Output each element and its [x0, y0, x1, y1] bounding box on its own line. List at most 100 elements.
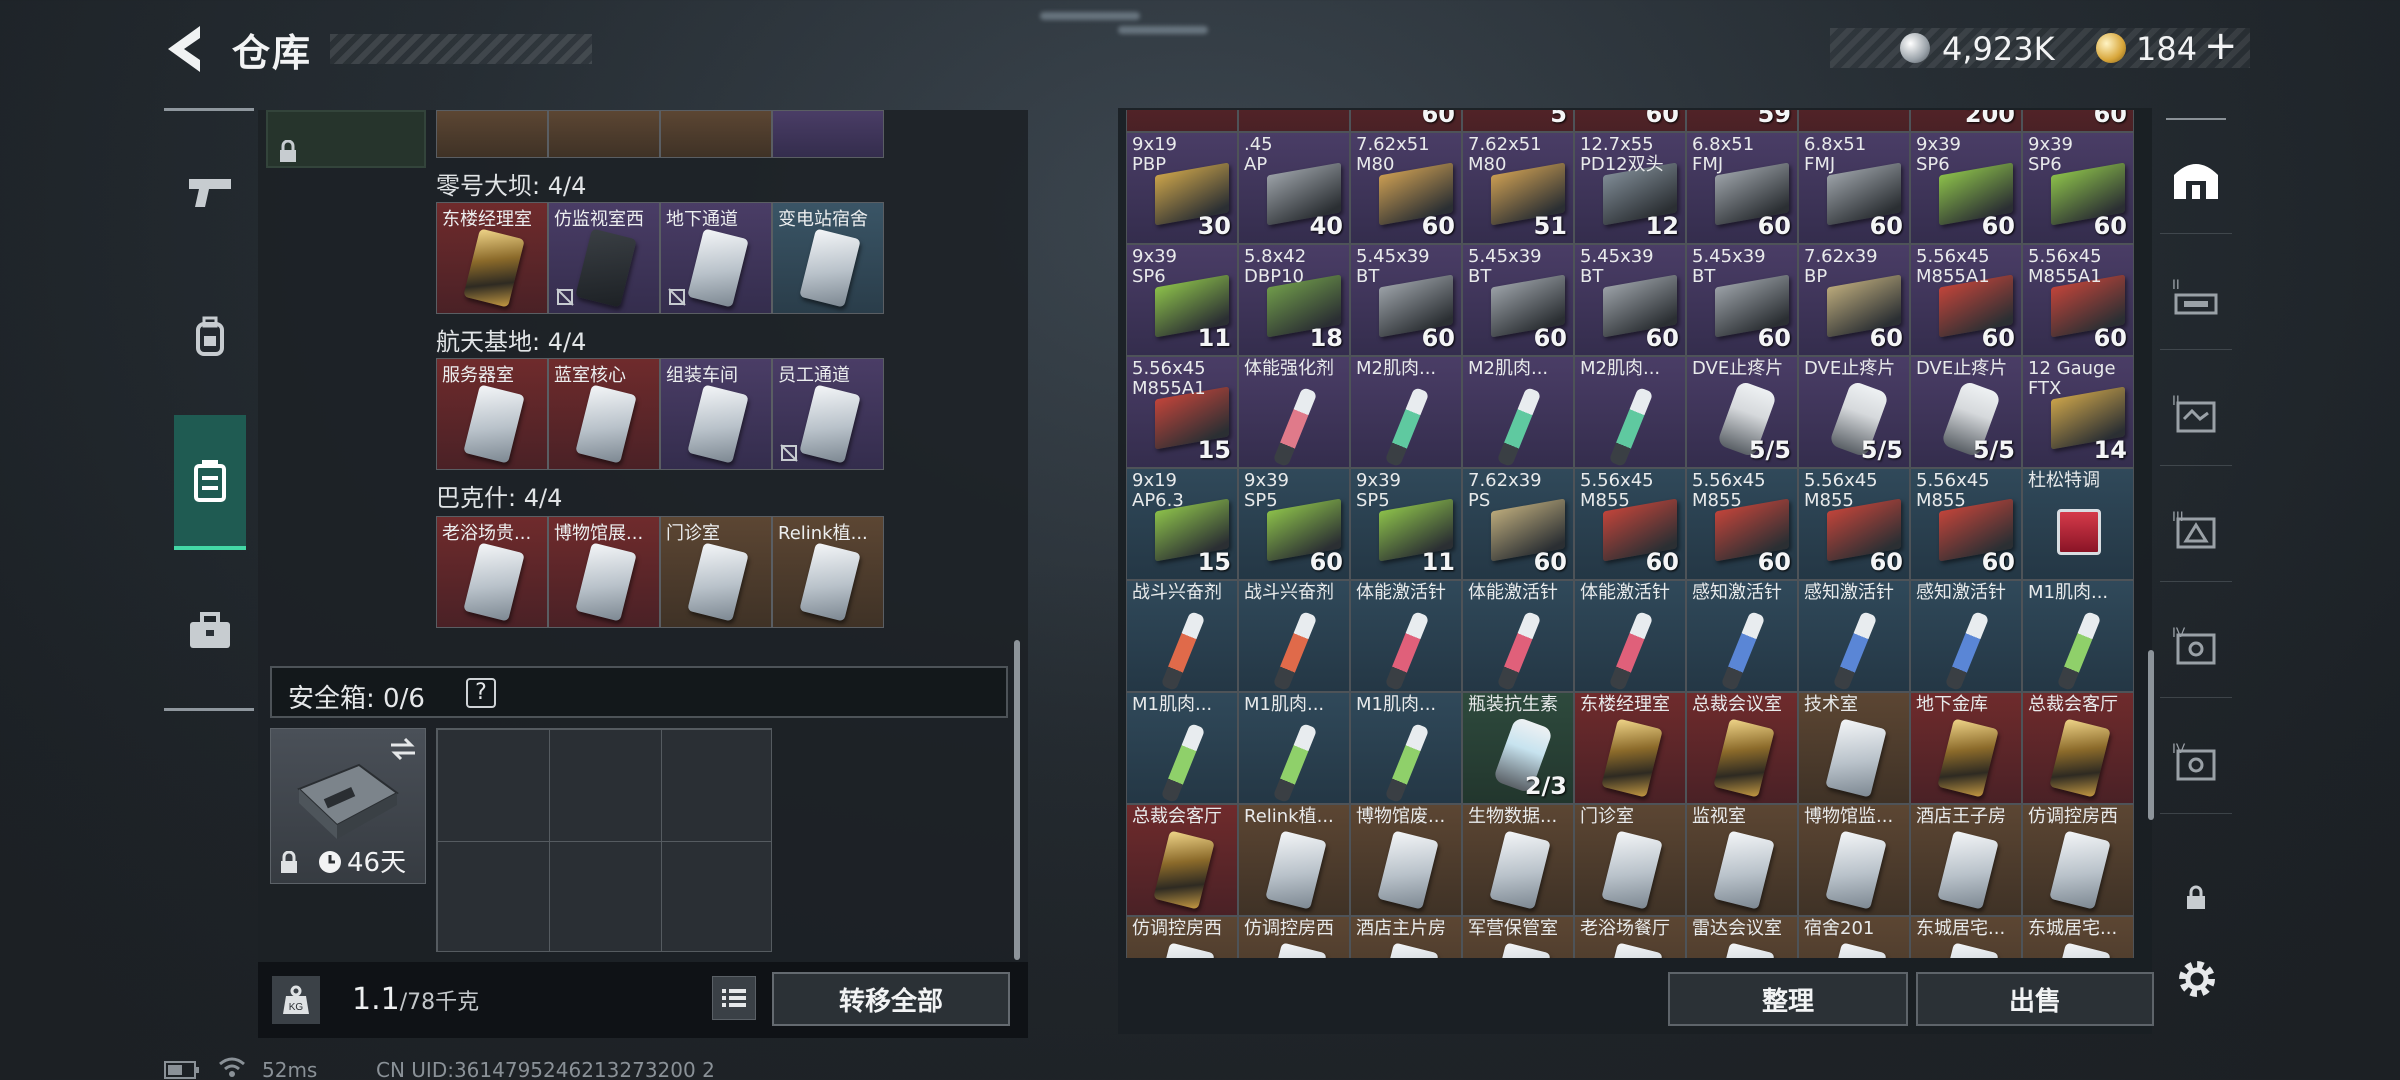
lock-tab[interactable]	[2160, 846, 2232, 950]
inventory-cell[interactable]: 地下金库	[1910, 692, 2022, 804]
storage-tab-4[interactable]: IV	[2160, 590, 2232, 698]
back-arrow-icon[interactable]	[160, 20, 210, 78]
inventory-cell[interactable]: 战斗兴奋剂	[1126, 580, 1238, 692]
inventory-cell-partial[interactable]: 60	[1574, 110, 1686, 132]
inventory-cell[interactable]: 9x19 PBP 30	[1126, 132, 1238, 244]
keycard-item[interactable]: 仿监视室西	[548, 202, 660, 314]
card-partial[interactable]	[548, 110, 660, 158]
inventory-cell[interactable]: 感知激活针	[1910, 580, 2022, 692]
inventory-cell[interactable]: M2肌肉...	[1350, 356, 1462, 468]
inventory-cell[interactable]: 总裁会议室	[1686, 692, 1798, 804]
inventory-cell[interactable]: 6.8x51 FMJ 60	[1686, 132, 1798, 244]
inventory-cell[interactable]: 9x39 SP6 60	[2022, 132, 2134, 244]
inventory-cell[interactable]: 9x39 SP6 11	[1126, 244, 1238, 356]
inventory-cell[interactable]: DVE止疼片 5/5	[1686, 356, 1798, 468]
keycard-item[interactable]: 东楼经理室	[436, 202, 548, 314]
inventory-cell[interactable]: 5.56x45 M855 60	[1574, 468, 1686, 580]
inventory-cell[interactable]: 5.45x39 BT 60	[1462, 244, 1574, 356]
card-partial[interactable]	[660, 110, 772, 158]
inventory-cell-partial[interactable]	[1238, 110, 1350, 132]
inventory-cell[interactable]: 9x39 SP5 11	[1350, 468, 1462, 580]
inventory-cell[interactable]: 技术室	[1798, 692, 1910, 804]
help-button[interactable]: ?	[466, 678, 496, 708]
inventory-cell[interactable]: 仿调控房西	[2022, 804, 2134, 916]
nav-weapon-tab[interactable]	[174, 155, 246, 227]
inventory-cell[interactable]: 博物馆监...	[1798, 804, 1910, 916]
inventory-cell[interactable]: 体能激活针	[1574, 580, 1686, 692]
safe-box-item[interactable]: 46天	[270, 728, 426, 884]
inventory-cell[interactable]: 12.7x55 PD12双头 12	[1574, 132, 1686, 244]
inventory-cell[interactable]: 5.56x45 M855A1 60	[2022, 244, 2134, 356]
storage-tab-1[interactable]: II	[2160, 242, 2232, 350]
inventory-cell[interactable]: .45 AP 40	[1238, 132, 1350, 244]
add-currency-button[interactable]: +	[2204, 26, 2238, 66]
inventory-cell[interactable]: M2肌肉...	[1574, 356, 1686, 468]
keycard-item[interactable]: Relink植...	[772, 516, 884, 628]
card-partial[interactable]	[436, 110, 548, 158]
inventory-cell[interactable]: 5.45x39 BT 60	[1686, 244, 1798, 356]
inventory-cell-partial[interactable]	[1798, 110, 1910, 132]
inventory-cell[interactable]: 体能激活针	[1350, 580, 1462, 692]
sell-button[interactable]: 出售	[1916, 972, 2154, 1026]
right-scrollbar[interactable]	[2148, 650, 2154, 820]
vault-tab[interactable]	[2160, 126, 2232, 234]
inventory-cell[interactable]: 感知激活针	[1798, 580, 1910, 692]
inventory-cell[interactable]: 监视室	[1686, 804, 1798, 916]
inventory-cell[interactable]: Relink植...	[1238, 804, 1350, 916]
keycard-item[interactable]: 服务器室	[436, 358, 548, 470]
inventory-cell[interactable]: M2肌肉...	[1462, 356, 1574, 468]
inventory-cell[interactable]: 战斗兴奋剂	[1238, 580, 1350, 692]
nav-backpack-tab[interactable]	[174, 300, 246, 372]
keycard-item[interactable]: 地下通道	[660, 202, 772, 314]
inventory-cell[interactable]: 东楼经理室	[1574, 692, 1686, 804]
inventory-cell-partial[interactable]: 5	[1462, 110, 1574, 132]
inventory-cell[interactable]: M1肌肉...	[2022, 580, 2134, 692]
inventory-cell[interactable]: 5.45x39 BT 60	[1350, 244, 1462, 356]
inventory-cell[interactable]: 老浴场餐厅	[1574, 916, 1686, 958]
nav-container-tab[interactable]	[174, 415, 246, 550]
inventory-cell[interactable]: 酒店主片房	[1350, 916, 1462, 958]
sort-button[interactable]: 整理	[1668, 972, 1908, 1026]
inventory-cell[interactable]: 总裁会客厅	[2022, 692, 2134, 804]
swap-icon[interactable]	[389, 737, 417, 761]
inventory-cell[interactable]: 7.62x39 BP 60	[1798, 244, 1910, 356]
keycard-item[interactable]: 组装车间	[660, 358, 772, 470]
inventory-cell[interactable]: 东城居宅...	[1910, 916, 2022, 958]
inventory-cell[interactable]: DVE止疼片 5/5	[1798, 356, 1910, 468]
inventory-cell[interactable]: 5.56x45 M855 60	[1686, 468, 1798, 580]
inventory-cell[interactable]: 9x39 SP5 60	[1238, 468, 1350, 580]
inventory-cell[interactable]: 东城居宅...	[2022, 916, 2134, 958]
inventory-cell[interactable]: 门诊室	[1574, 804, 1686, 916]
inventory-cell[interactable]: 5.56x45 M855 60	[1910, 468, 2022, 580]
inventory-cell[interactable]: 5.56x45 M855A1 60	[1910, 244, 2022, 356]
storage-tab-5[interactable]: IV	[2160, 706, 2232, 814]
keycard-item[interactable]: 博物馆展...	[548, 516, 660, 628]
inventory-cell[interactable]: 雷达会议室	[1686, 916, 1798, 958]
inventory-cell[interactable]: 7.62x51 M80 60	[1350, 132, 1462, 244]
inventory-cell[interactable]: 7.62x39 PS 60	[1462, 468, 1574, 580]
inventory-cell[interactable]: 仿调控房西	[1126, 916, 1238, 958]
card-partial[interactable]	[772, 110, 884, 158]
transfer-all-button[interactable]: 转移全部	[772, 972, 1010, 1026]
keycard-item[interactable]: 蓝室核心	[548, 358, 660, 470]
inventory-cell[interactable]: 5.56x45 M855A1 15	[1126, 356, 1238, 468]
inventory-cell-partial[interactable]	[1126, 110, 1238, 132]
keycard-item[interactable]: 门诊室	[660, 516, 772, 628]
inventory-cell[interactable]: 军营保管室	[1462, 916, 1574, 958]
inventory-cell[interactable]: M1肌肉...	[1350, 692, 1462, 804]
inventory-cell-partial[interactable]: 200	[1910, 110, 2022, 132]
inventory-cell[interactable]: 瓶装抗生素 2/3	[1462, 692, 1574, 804]
inventory-cell[interactable]: M1肌肉...	[1238, 692, 1350, 804]
storage-tab-2[interactable]: II	[2160, 358, 2232, 466]
inventory-cell[interactable]: 宿舍201	[1798, 916, 1910, 958]
inventory-cell[interactable]: 6.8x51 FMJ 60	[1798, 132, 1910, 244]
left-scrollbar[interactable]	[1014, 640, 1020, 960]
inventory-cell[interactable]: DVE止疼片 5/5	[1910, 356, 2022, 468]
inventory-cell[interactable]: 酒店王子房	[1910, 804, 2022, 916]
inventory-cell-partial[interactable]: 60	[2022, 110, 2134, 132]
inventory-cell[interactable]: 12 Gauge FTX 14	[2022, 356, 2134, 468]
settings-button[interactable]	[2172, 954, 2222, 1004]
inventory-cell[interactable]: 5.8x42 DBP10 18	[1238, 244, 1350, 356]
inventory-cell[interactable]: 总裁会客厅	[1126, 804, 1238, 916]
keycard-item[interactable]: 变电站宿舍	[772, 202, 884, 314]
